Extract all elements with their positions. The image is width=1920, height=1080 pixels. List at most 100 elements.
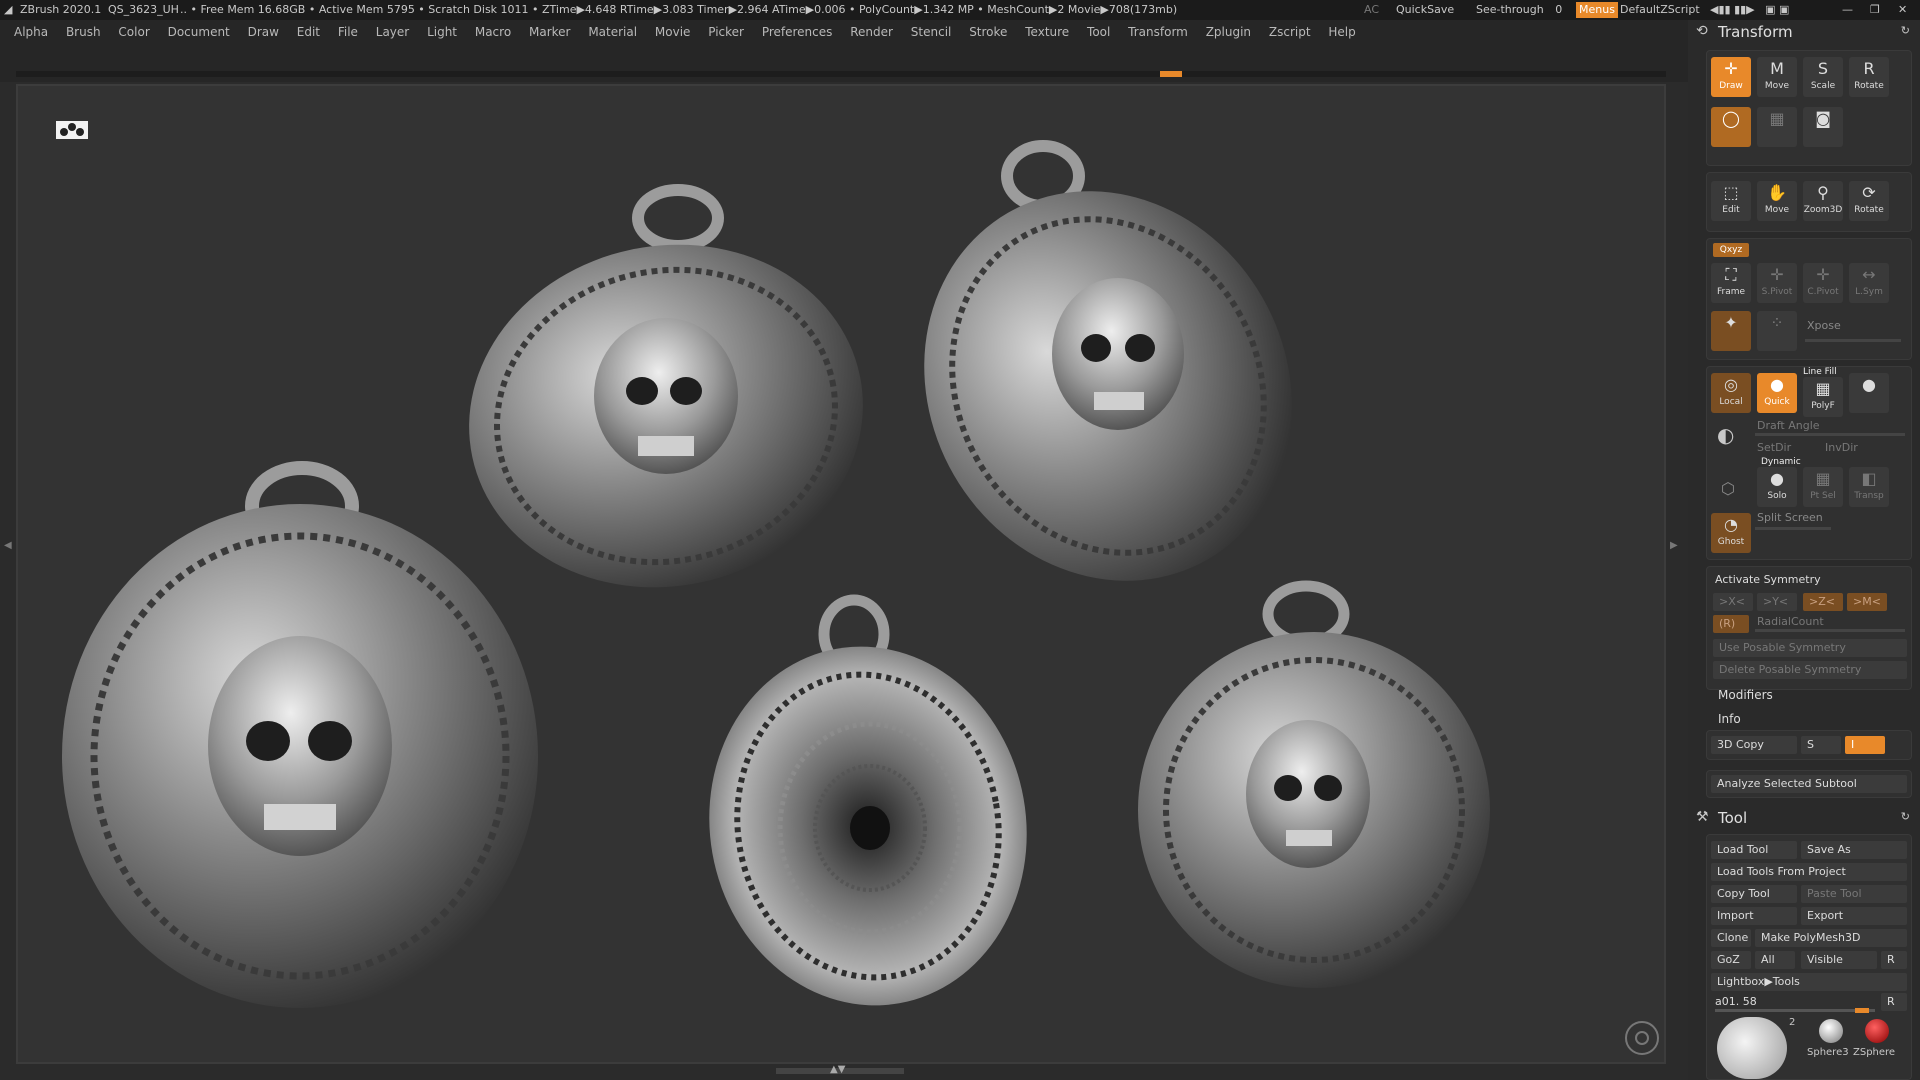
menu-file[interactable]: File xyxy=(338,20,358,44)
export-button[interactable]: Export xyxy=(1801,907,1907,925)
menu-stroke[interactable]: Stroke xyxy=(969,20,1007,44)
edit-button[interactable]: ⬚ Edit xyxy=(1711,181,1751,221)
menu-layer[interactable]: Layer xyxy=(376,20,409,44)
copy-tool-button[interactable]: Copy Tool xyxy=(1711,885,1797,903)
menu-material[interactable]: Material xyxy=(588,20,637,44)
xsym-button[interactable]: ✦ xyxy=(1711,311,1751,351)
tray-arrow-icon[interactable]: ▲▼ xyxy=(830,1064,845,1075)
menu-alpha[interactable]: Alpha xyxy=(14,20,48,44)
copy3d-button[interactable]: 3D Copy xyxy=(1711,736,1797,754)
radial-r-toggle[interactable]: (R) xyxy=(1713,615,1749,633)
current-tool-thumbnail[interactable] xyxy=(1717,1017,1787,1079)
import-button[interactable]: Import xyxy=(1711,907,1797,925)
menu-tool[interactable]: Tool xyxy=(1087,20,1110,44)
tool-slider-handle[interactable] xyxy=(1855,1008,1869,1013)
minimize-icon[interactable]: — xyxy=(1842,0,1853,20)
draft-angle-slider[interactable] xyxy=(1755,433,1905,436)
copy3d-i-button[interactable]: I xyxy=(1845,736,1885,754)
tool-slider[interactable] xyxy=(1715,1008,1875,1013)
lightbox-tools-button[interactable]: Lightbox▶Tools xyxy=(1711,973,1907,991)
frame-button[interactable]: ⛶ Frame xyxy=(1711,263,1751,303)
xpose-icon-button[interactable]: ⁘ xyxy=(1757,311,1797,351)
ghost-button[interactable]: ◔ Ghost xyxy=(1711,513,1751,553)
move-button[interactable]: M Move xyxy=(1757,57,1797,97)
scale-button[interactable]: S Scale xyxy=(1803,57,1843,97)
layout-icons[interactable]: ◀▮▮ ▮▮▶ ▣ ▣ xyxy=(1710,0,1789,20)
move-view-button[interactable]: ✋ Move xyxy=(1757,181,1797,221)
draw-button[interactable]: ✛ Draw xyxy=(1711,57,1751,97)
modifiers-subpalette[interactable]: Modifiers xyxy=(1718,688,1773,702)
zscript-button[interactable]: DefaultZScript xyxy=(1620,0,1700,20)
goz-r-button[interactable]: R xyxy=(1881,951,1907,969)
menu-zscript[interactable]: Zscript xyxy=(1269,20,1311,44)
seethrough-slider[interactable]: See-through 0 xyxy=(1476,0,1562,20)
navigation-gizmo-icon[interactable] xyxy=(1625,1021,1659,1055)
zoom3d-button[interactable]: ⚲ Zoom3D xyxy=(1803,181,1843,221)
goz-all-button[interactable]: All xyxy=(1755,951,1795,969)
menu-picker[interactable]: Picker xyxy=(708,20,744,44)
menu-draw[interactable]: Draw xyxy=(248,20,279,44)
cpivot-button[interactable]: ✛ C.Pivot xyxy=(1803,263,1843,303)
quick-button[interactable]: ● Quick xyxy=(1757,373,1797,413)
analyze-subtool-button[interactable]: Analyze Selected Subtool xyxy=(1711,775,1907,793)
paste-tool-button[interactable]: Paste Tool xyxy=(1801,885,1907,903)
clone-button[interactable]: Clone xyxy=(1711,929,1751,947)
menu-stencil[interactable]: Stencil xyxy=(911,20,952,44)
activate-symmetry-button[interactable]: Activate Symmetry xyxy=(1715,573,1821,586)
menu-marker[interactable]: Marker xyxy=(529,20,570,44)
local-button[interactable]: ◎ Local xyxy=(1711,373,1751,413)
invdir-button[interactable]: InvDir xyxy=(1825,441,1858,454)
sym-x-button[interactable]: >X< xyxy=(1713,593,1753,611)
save-as-button[interactable]: Save As xyxy=(1801,841,1907,859)
delete-posable-button[interactable]: Delete Posable Symmetry xyxy=(1713,661,1907,679)
material-button[interactable]: ◯ xyxy=(1711,107,1751,147)
menu-light[interactable]: Light xyxy=(427,20,457,44)
menu-color[interactable]: Color xyxy=(118,20,149,44)
rotate-view-button[interactable]: ⟳ Rotate xyxy=(1849,181,1889,221)
menu-preferences[interactable]: Preferences xyxy=(762,20,833,44)
copy3d-s-button[interactable]: S xyxy=(1801,736,1841,754)
load-tool-button[interactable]: Load Tool xyxy=(1711,841,1797,859)
goz-visible-button[interactable]: Visible xyxy=(1801,951,1877,969)
menu-brush[interactable]: Brush xyxy=(66,20,101,44)
menu-texture[interactable]: Texture xyxy=(1025,20,1069,44)
posable-symmetry-button[interactable]: Use Posable Symmetry xyxy=(1713,639,1907,657)
transform-header[interactable]: ⟲ Transform ↻ xyxy=(1688,20,1920,44)
left-tray-arrow-icon[interactable]: ◀ xyxy=(4,540,12,551)
close-icon[interactable]: ✕ xyxy=(1898,0,1907,20)
polyf-button[interactable]: ▦ PolyF xyxy=(1803,377,1843,417)
edit-mesh-button[interactable]: ▦ xyxy=(1757,107,1797,147)
info-subpalette[interactable]: Info xyxy=(1718,712,1741,726)
rotate-button[interactable]: R Rotate xyxy=(1849,57,1889,97)
timeline-strip[interactable] xyxy=(16,71,1666,77)
sym-z-button[interactable]: >Z< xyxy=(1803,593,1843,611)
menus-toggle[interactable]: Menus xyxy=(1576,2,1618,18)
spivot-button[interactable]: ✛ S.Pivot xyxy=(1757,263,1797,303)
right-tray-arrow-icon[interactable]: ▶ xyxy=(1670,540,1678,551)
material-preview-button[interactable]: ● xyxy=(1849,373,1889,413)
make-polymesh-button[interactable]: Make PolyMesh3D xyxy=(1755,929,1907,947)
timeline-marker[interactable] xyxy=(1160,71,1182,77)
tool-header[interactable]: ⚒ Tool ↻ xyxy=(1688,806,1920,830)
xyz-toggle[interactable]: Qxyz xyxy=(1713,243,1749,257)
restore-icon[interactable]: ❐ xyxy=(1870,0,1880,20)
ptsel-button[interactable]: ▦ Pt Sel xyxy=(1803,467,1843,507)
menu-help[interactable]: Help xyxy=(1328,20,1355,44)
menu-edit[interactable]: Edit xyxy=(297,20,320,44)
setdir-button[interactable]: SetDir xyxy=(1757,441,1791,454)
menu-render[interactable]: Render xyxy=(850,20,893,44)
menu-transform[interactable]: Transform xyxy=(1128,20,1188,44)
sphere3-thumbnail[interactable] xyxy=(1819,1019,1843,1043)
tool-slider-r-button[interactable]: R xyxy=(1881,993,1907,1011)
menu-document[interactable]: Document xyxy=(168,20,230,44)
menu-movie[interactable]: Movie xyxy=(655,20,691,44)
ac-label[interactable]: AC xyxy=(1364,0,1379,20)
viewport-canvas[interactable] xyxy=(16,84,1666,1064)
menu-zplugin[interactable]: Zplugin xyxy=(1206,20,1251,44)
contrast-icon[interactable]: ◐ xyxy=(1717,423,1734,447)
solo-button[interactable]: ● Solo xyxy=(1757,467,1797,507)
quicksave-button[interactable]: QuickSave xyxy=(1396,0,1454,20)
transp-button[interactable]: ◧ Transp xyxy=(1849,467,1889,507)
menu-macro[interactable]: Macro xyxy=(475,20,511,44)
radialcount-slider[interactable] xyxy=(1755,629,1905,632)
